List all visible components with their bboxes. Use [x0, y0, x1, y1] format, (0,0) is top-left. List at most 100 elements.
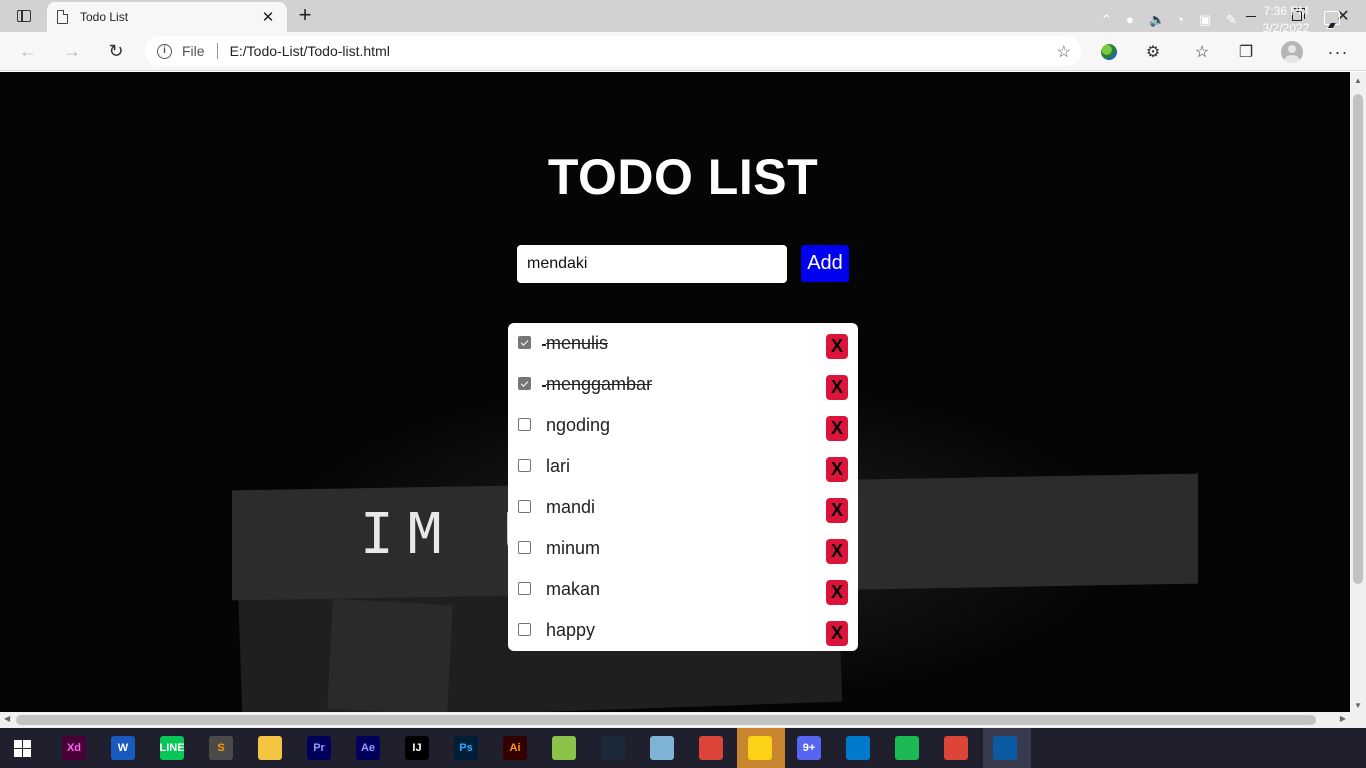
chrome-icon[interactable]	[699, 736, 723, 760]
todo-checkbox[interactable]	[518, 623, 531, 636]
todo-checkbox[interactable]	[518, 336, 531, 349]
reload-button[interactable]: ↻	[102, 38, 130, 64]
show-hidden-icons[interactable]: ⌃	[1101, 12, 1112, 28]
profile-button[interactable]	[1280, 40, 1304, 64]
tab-close-button[interactable]: ✕	[259, 8, 277, 26]
file-explorer-icon[interactable]	[258, 736, 282, 760]
back-button[interactable]: ←	[14, 38, 42, 64]
new-tab-button[interactable]: +	[293, 4, 317, 27]
delete-button[interactable]: X	[826, 580, 848, 605]
browser-tab[interactable]: Todo List ✕	[47, 2, 287, 32]
page-icon	[57, 10, 68, 24]
collections-button[interactable]: ❐	[1234, 40, 1258, 64]
collections-icon: ❐	[1238, 44, 1254, 61]
more-icon: ···	[1327, 41, 1349, 62]
info-icon[interactable]: i	[157, 43, 172, 59]
delete-button[interactable]: X	[826, 457, 848, 482]
vscode-icon[interactable]	[846, 736, 870, 760]
illustrator-icon[interactable]: Ai	[503, 736, 527, 760]
todo-text: makan	[546, 579, 601, 599]
battery-icon[interactable]: ▣	[1199, 12, 1211, 28]
todo-checkbox[interactable]	[518, 377, 531, 390]
sticky-notes-icon[interactable]	[748, 736, 772, 760]
vertical-scrollbar[interactable]: ▲ ▼	[1350, 72, 1366, 712]
windows-logo-icon	[14, 749, 22, 757]
scroll-thumb[interactable]	[16, 715, 1316, 725]
horizontal-scrollbar[interactable]: ◀ ▶	[0, 712, 1350, 728]
delete-button[interactable]: X	[826, 621, 848, 646]
notifications-icon[interactable]	[1324, 11, 1340, 25]
sublime-icon[interactable]: S	[209, 736, 233, 760]
tray-app-icon[interactable]: ●	[1126, 12, 1134, 27]
tab-actions-button[interactable]	[8, 4, 40, 28]
scheme-label: File	[182, 43, 205, 59]
premiere-icon[interactable]: Pr	[307, 736, 331, 760]
todo-text: mandi	[546, 497, 596, 517]
todo-item: minum X	[508, 536, 858, 577]
todo-checkbox[interactable]	[518, 418, 531, 431]
pen-icon[interactable]: ✎	[1226, 12, 1237, 28]
add-favorite-icon[interactable]: ☆	[1057, 42, 1071, 62]
page-title: TODO LIST	[547, 149, 819, 205]
taskbar	[0, 728, 1366, 768]
tab-title: Todo List	[80, 10, 129, 24]
steam-icon[interactable]	[601, 736, 625, 760]
todo-text: minum	[546, 538, 601, 558]
photoshop-icon[interactable]: Ps	[454, 736, 478, 760]
volume-icon[interactable]: 🔈	[1149, 12, 1165, 28]
scroll-down-icon[interactable]: ▼	[1354, 701, 1362, 710]
delete-button[interactable]: X	[826, 539, 848, 564]
todo-checkbox[interactable]	[518, 582, 531, 595]
reload-icon: ↻	[108, 40, 124, 61]
word-icon[interactable]: W	[111, 736, 135, 760]
address-bar[interactable]: i File E:/Todo-List/Todo-list.html ☆	[145, 36, 1081, 66]
line-icon[interactable]: LINE	[159, 736, 185, 760]
scroll-right-icon[interactable]: ▶	[1340, 714, 1346, 723]
favorites-icon: ☆	[1194, 44, 1210, 61]
delete-button[interactable]: X	[826, 375, 848, 400]
todo-text: ngoding	[546, 415, 611, 435]
extension-globe-button[interactable]	[1097, 40, 1121, 64]
adobe-xd-icon[interactable]: Xd	[62, 736, 86, 760]
more-button[interactable]: ···	[1326, 40, 1350, 64]
delete-button[interactable]: X	[826, 334, 848, 359]
delete-button[interactable]: X	[826, 498, 848, 523]
clock-time: 7:36 PM	[1263, 4, 1309, 18]
extensions-icon: ⚙	[1145, 44, 1161, 61]
intellij-icon[interactable]: IJ	[405, 736, 429, 760]
notepad-plus-icon[interactable]	[552, 736, 576, 760]
todo-checkbox[interactable]	[518, 500, 531, 513]
back-arrow-icon: ←	[19, 40, 37, 61]
add-button[interactable]: Add	[801, 245, 849, 282]
after-effects-icon[interactable]: Ae	[356, 736, 380, 760]
scroll-left-icon[interactable]: ◀	[4, 714, 10, 723]
favorites-button[interactable]: ☆	[1190, 40, 1214, 64]
start-button[interactable]	[14, 740, 31, 757]
forward-button[interactable]: →	[58, 38, 86, 64]
url-text[interactable]: E:/Todo-List/Todo-list.html	[230, 43, 390, 59]
todo-input[interactable]	[517, 245, 787, 283]
windows-logo-icon	[14, 740, 22, 748]
edge-icon[interactable]	[993, 736, 1017, 760]
app-icon[interactable]	[650, 736, 674, 760]
clock-date: 3/2/2022	[1262, 21, 1310, 35]
network-icon[interactable]: ◔	[1176, 12, 1184, 27]
clock[interactable]: 7:36 PM 3/2/2022	[1256, 3, 1316, 37]
background-shape	[327, 598, 453, 712]
scroll-thumb[interactable]	[1353, 94, 1363, 584]
divider	[216, 43, 218, 59]
scrollbar-corner	[1350, 712, 1366, 728]
chrome-icon-2[interactable]	[944, 736, 968, 760]
todo-text: menulis	[541, 333, 609, 353]
todo-checkbox[interactable]	[518, 459, 531, 472]
todo-item: lari X	[508, 454, 858, 495]
scroll-up-icon[interactable]: ▲	[1354, 76, 1362, 85]
extensions-button[interactable]: ⚙	[1141, 40, 1165, 64]
tab-actions-icon	[17, 10, 31, 22]
todo-item: ngoding X	[508, 413, 858, 454]
delete-button[interactable]: X	[826, 416, 848, 441]
todo-list: menulis Xmenggambar Xngoding Xlari Xmandi Xmi…	[508, 323, 858, 651]
discord-icon[interactable]: 9+	[797, 736, 821, 760]
spotify-icon[interactable]	[895, 736, 919, 760]
todo-checkbox[interactable]	[518, 541, 531, 554]
